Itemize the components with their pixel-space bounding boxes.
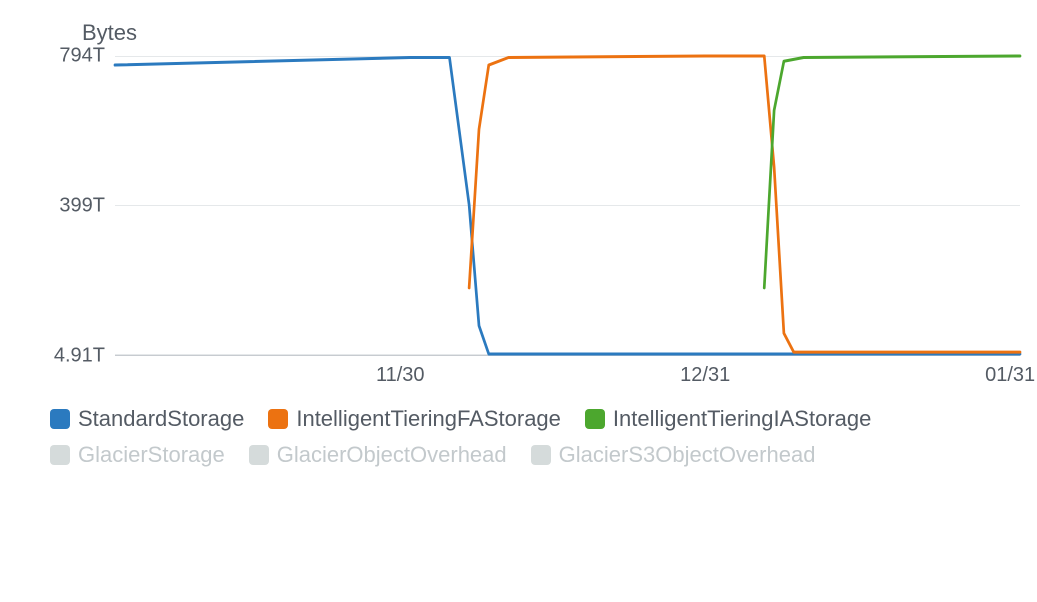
legend-item-IntelligentTieringIAStorage[interactable]: IntelligentTieringIAStorage [585, 406, 871, 432]
legend-label: IntelligentTieringIAStorage [613, 406, 871, 432]
chart-title: Bytes [82, 20, 1020, 46]
legend-label: GlacierS3ObjectOverhead [559, 442, 816, 468]
plot-area [115, 56, 1020, 356]
legend-swatch [50, 409, 70, 429]
y-tick-label: 794T [59, 45, 105, 68]
x-tick-label: 12/31 [680, 364, 730, 387]
legend-item-GlacierObjectOverhead[interactable]: GlacierObjectOverhead [249, 442, 507, 468]
series-line-StandardStorage [115, 57, 1020, 354]
legend-item-GlacierStorage[interactable]: GlacierStorage [50, 442, 225, 468]
y-tick-label: 4.91T [54, 345, 105, 368]
legend-item-StandardStorage[interactable]: StandardStorage [50, 406, 244, 432]
y-tick-label: 399T [59, 195, 105, 218]
storage-bytes-chart: Bytes 794T399T4.91T 11/3012/3101/31 Stan… [20, 20, 1020, 468]
legend: StandardStorage IntelligentTieringFAStora… [50, 406, 950, 468]
legend-swatch [50, 445, 70, 465]
legend-item-GlacierS3ObjectOverhead[interactable]: GlacierS3ObjectOverhead [531, 442, 816, 468]
legend-swatch [249, 445, 269, 465]
legend-item-IntelligentTieringFAStorage[interactable]: IntelligentTieringFAStorage [268, 406, 561, 432]
x-tick-label: 01/31 [985, 364, 1035, 387]
y-axis: 794T399T4.91T [20, 56, 115, 356]
series-line-IntelligentTieringIAStorage [764, 56, 1020, 288]
chart-lines [115, 56, 1020, 354]
legend-label: StandardStorage [78, 406, 244, 432]
legend-swatch [585, 409, 605, 429]
x-tick-label: 11/30 [376, 364, 425, 387]
legend-label: IntelligentTieringFAStorage [296, 406, 561, 432]
legend-label: GlacierObjectOverhead [277, 442, 507, 468]
series-line-IntelligentTieringFAStorage [469, 56, 1020, 352]
legend-label: GlacierStorage [78, 442, 225, 468]
legend-swatch [268, 409, 288, 429]
x-axis: 11/3012/3101/31 [115, 356, 1020, 396]
legend-swatch [531, 445, 551, 465]
